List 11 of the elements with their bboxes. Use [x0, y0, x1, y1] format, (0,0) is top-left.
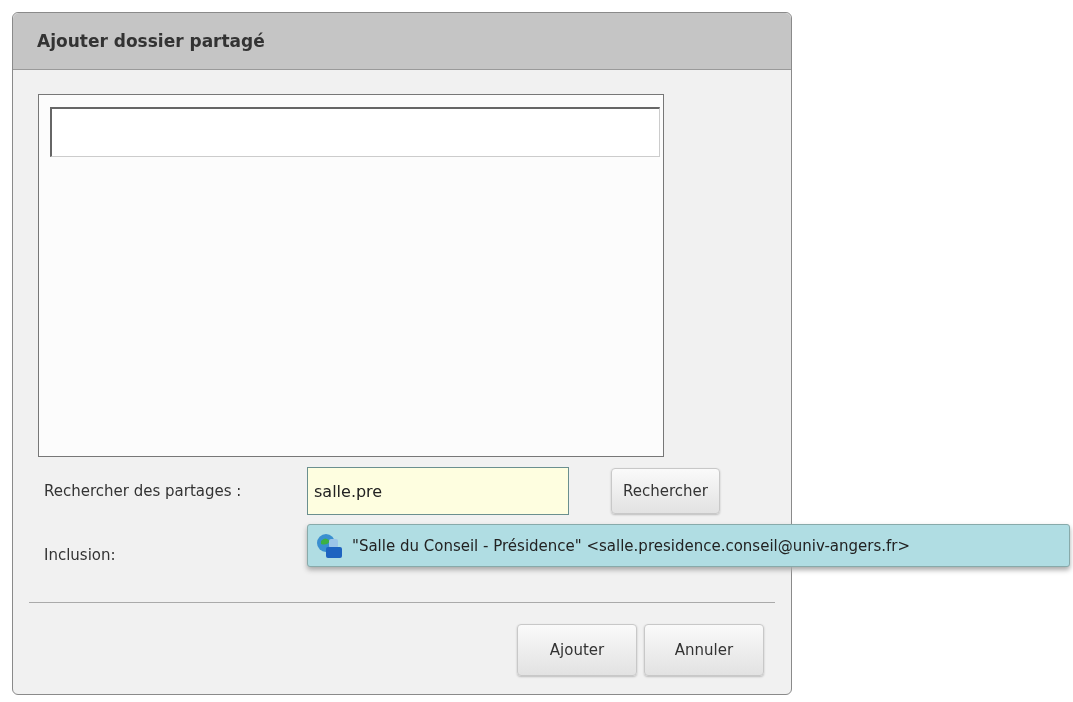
cancel-button[interactable]: Annuler	[644, 624, 764, 676]
input-field[interactable]	[50, 107, 660, 157]
shared-resource-icon	[316, 532, 344, 559]
suggestion-text: "Salle du Conseil - Présidence" <salle.presidence.conseil@univ-angers.fr>	[352, 536, 911, 555]
add-button[interactable]: Ajouter	[517, 624, 637, 676]
dialog-title: Ajouter dossier partagé	[13, 13, 791, 70]
search-button[interactable]: Rechercher	[611, 468, 720, 514]
search-label: Rechercher des partages :	[44, 482, 243, 500]
suggestion-item[interactable]: "Salle du Conseil - Présidence" <salle.presidence.conseil@univ-angers.fr>	[307, 524, 1070, 567]
inclusion-label: Inclusion:	[44, 546, 116, 564]
search-field[interactable]: salle.pre	[307, 467, 569, 515]
